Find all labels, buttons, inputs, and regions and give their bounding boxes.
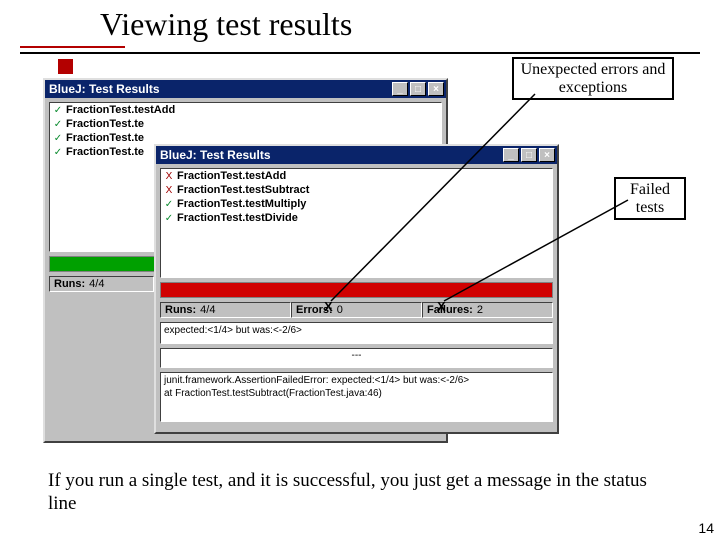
page-number: 14 xyxy=(698,520,714,536)
check-icon: ✓ xyxy=(53,105,63,115)
list-item[interactable]: ✓FractionTest.testMultiply xyxy=(161,197,552,211)
list-item[interactable]: ✓FractionTest.testDivide xyxy=(161,211,552,225)
accent-square xyxy=(58,59,73,74)
list-item[interactable]: ✓FractionTest.te xyxy=(50,131,441,145)
check-icon: ✓ xyxy=(164,213,174,223)
check-icon: ✓ xyxy=(53,133,63,143)
window-title-app: BlueJ: xyxy=(49,82,86,96)
title-accent xyxy=(20,45,700,49)
minimize-button[interactable]: _ xyxy=(392,82,408,96)
progress-bar xyxy=(160,282,553,298)
test-list: XFractionTest.testAdd XFractionTest.test… xyxy=(160,168,553,278)
window-title-doc: Test Results xyxy=(89,82,159,96)
overlay-x-errors: X xyxy=(324,299,336,311)
maximize-button[interactable]: □ xyxy=(410,82,426,96)
callout-errors: Unexpected errors and exceptions xyxy=(512,57,674,100)
list-item[interactable]: XFractionTest.testAdd xyxy=(161,169,552,183)
window-title-app: BlueJ: xyxy=(160,148,197,162)
list-item[interactable]: XFractionTest.testSubtract xyxy=(161,183,552,197)
check-icon: ✓ xyxy=(53,119,63,129)
window-title-doc: Test Results xyxy=(200,148,270,162)
x-icon: X xyxy=(164,171,174,181)
failure-message: expected:<1/4> but was:<-2/6> xyxy=(160,322,553,344)
test-results-window-fail: BlueJ: Test Results _ □ × XFractionTest.… xyxy=(154,144,559,434)
maximize-button[interactable]: □ xyxy=(521,148,537,162)
footer-text: If you run a single test, and it is succ… xyxy=(48,470,670,516)
minimize-button[interactable]: _ xyxy=(503,148,519,162)
list-item[interactable]: ✓FractionTest.te xyxy=(50,117,441,131)
overlay-x-failures: X xyxy=(437,299,449,311)
list-item[interactable]: ✓FractionTest.testAdd xyxy=(50,103,441,117)
close-button[interactable]: × xyxy=(539,148,555,162)
close-button[interactable]: × xyxy=(428,82,444,96)
title-rule xyxy=(20,52,700,54)
check-icon: ✓ xyxy=(164,199,174,209)
separator: --- xyxy=(160,348,553,368)
callout-failed: Failed tests xyxy=(614,177,686,220)
check-icon: ✓ xyxy=(53,147,63,157)
slide-title: Viewing test results xyxy=(20,6,700,43)
stacktrace: junit.framework.AssertionFailedError: ex… xyxy=(160,372,553,422)
x-icon: X xyxy=(164,185,174,195)
stats-row: Runs:4/4 Errors:0 Failures:2 xyxy=(160,302,553,318)
